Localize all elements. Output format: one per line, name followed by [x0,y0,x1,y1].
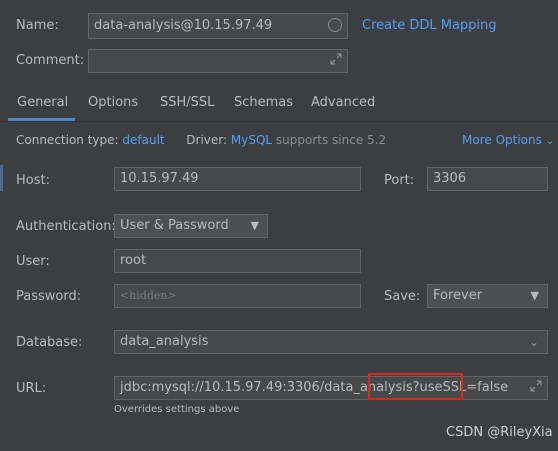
url-input[interactable]: jdbc:mysql://10.15.97.49:3306/data_analy… [114,376,548,400]
database-label: Database: [16,335,83,350]
dropdown-arrow-icon: ▼ [250,219,259,232]
dropdown-arrow-icon: ▼ [530,289,539,302]
name-value: data-analysis@10.15.97.49 [94,18,273,33]
color-circle-icon[interactable] [328,18,342,32]
tab-options[interactable]: Options [88,95,138,111]
name-label: Name: [16,18,59,33]
name-input[interactable]: data-analysis@10.15.97.49 [88,13,348,39]
url-hint: Overrides settings above [114,404,240,415]
watermark: CSDN @RileyXia [446,425,553,440]
database-input[interactable]: data_analysis ⌄ [114,330,548,354]
port-input[interactable]: 3306 [427,167,548,191]
comment-input[interactable] [88,49,348,73]
more-options-link[interactable]: More Options ⌄ [462,133,554,149]
comment-label: Comment: [16,53,85,68]
save-label: Save: [384,289,421,304]
tab-ssh-ssl[interactable]: SSH/SSL [160,95,214,111]
save-select[interactable]: Forever ▼ [427,284,548,308]
authentication-value: User & Password [120,218,229,233]
tab-advanced[interactable]: Advanced [311,95,375,111]
connection-type-link[interactable]: default [122,133,164,147]
highlight-box [368,373,463,400]
expand-icon[interactable] [530,380,542,392]
authentication-select[interactable]: User & Password ▼ [114,214,268,238]
tab-divider [0,121,558,122]
url-label: URL: [16,381,47,396]
save-value: Forever [433,288,483,303]
selection-accent [0,165,3,191]
data-source-dialog: { "name": { "label": "Name:", "value": "… [0,0,558,451]
chevron-down-icon[interactable]: ⌄ [529,331,539,353]
tab-schemas[interactable]: Schemas [234,95,293,111]
password-label: Password: [16,289,82,304]
driver-label: Driver: [186,133,228,147]
expand-icon[interactable] [330,53,342,65]
authentication-label: Authentication: [16,219,116,234]
connection-info-row: Connection type: default Driver: MySQL s… [16,133,386,148]
host-label: Host: [16,173,50,188]
more-options-label: More Options [462,133,542,147]
tab-general[interactable]: General [17,95,68,111]
password-input[interactable]: <hidden> [114,284,361,308]
port-label: Port: [384,173,415,188]
database-value: data_analysis [120,334,209,349]
host-input[interactable]: 10.15.97.49 [114,167,361,191]
driver-link[interactable]: MySQL [231,133,272,147]
user-input[interactable]: root [114,249,361,273]
connection-type-label: Connection type: [16,133,119,147]
driver-note: supports since 5.2 [275,133,387,147]
chevron-down-icon: ⌄ [545,136,555,147]
user-label: User: [16,254,50,269]
create-ddl-mapping-link[interactable]: Create DDL Mapping [362,18,497,33]
